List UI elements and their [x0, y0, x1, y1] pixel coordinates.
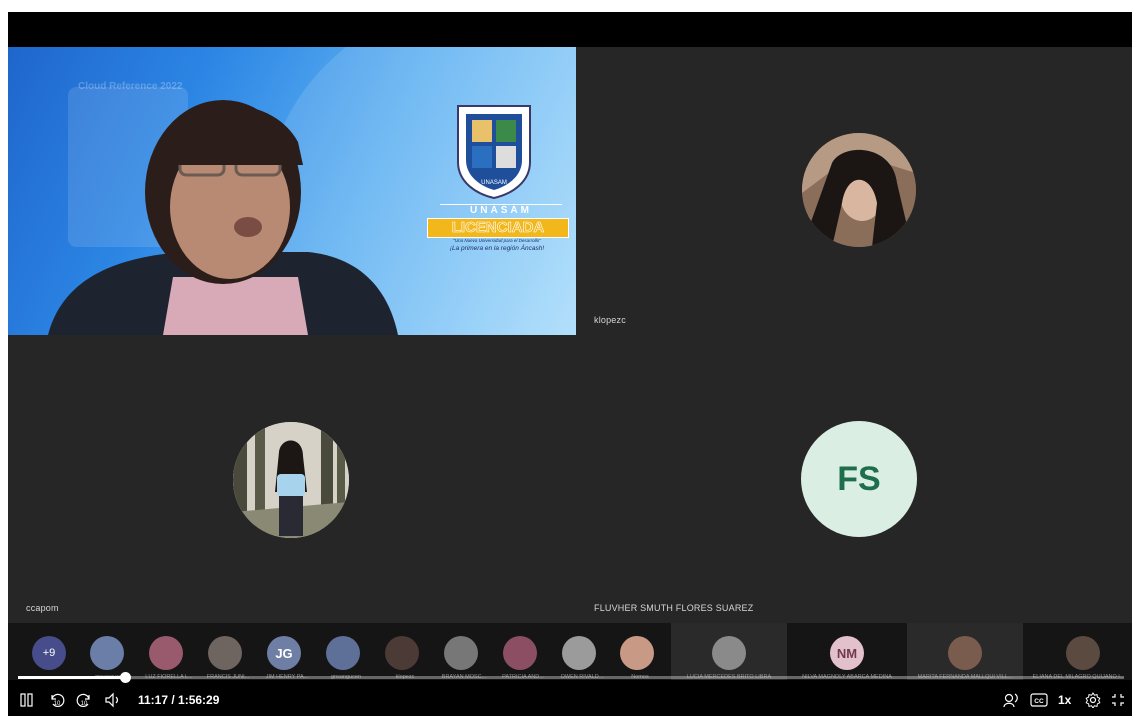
avatar	[149, 636, 183, 670]
progress-bar[interactable]	[18, 672, 1124, 683]
progress-fill	[18, 676, 125, 679]
captions-button[interactable]: CC	[1030, 692, 1048, 708]
exit-fullscreen-button[interactable]	[1111, 692, 1125, 708]
avatar: JG	[267, 636, 301, 670]
avatar	[712, 636, 746, 670]
svg-text:CC: CC	[1034, 698, 1044, 705]
unasam-label: UNASAM	[440, 204, 562, 216]
seal-label: UNASAM	[481, 180, 507, 186]
svg-text:10: 10	[54, 701, 61, 707]
initials-text: JG	[275, 645, 293, 661]
initials-text: FS	[837, 459, 881, 498]
playback-speed-button[interactable]: 1x	[1058, 692, 1071, 708]
participant-tile-ccapom: ccapom	[8, 335, 576, 623]
svg-text:10: 10	[81, 701, 88, 707]
participant-item-11[interactable]: LUCIA MERCEDES BRITO LIBRA	[671, 623, 787, 680]
avatar: NM	[830, 636, 864, 670]
captions-icon: CC	[1030, 693, 1048, 707]
participants-strip: +9 gnsangucen LUZ FIORELLA L... FRANCIS …	[8, 623, 1132, 680]
forward-10-button[interactable]: 10	[76, 692, 92, 708]
participant-name: klopezc	[594, 315, 626, 325]
participant-tile-fluvher: FS FLUVHER SMUTH FLORES SUAREZ	[576, 335, 1132, 623]
avatar	[948, 636, 982, 670]
gear-icon	[1085, 692, 1101, 708]
avatar-ccapom	[233, 422, 349, 538]
avatar	[620, 636, 654, 670]
more-participants-button[interactable]: +9	[32, 636, 66, 670]
participant-name: FLUVHER SMUTH FLORES SUAREZ	[594, 603, 754, 613]
audio-description-icon	[1003, 693, 1018, 708]
participant-item-13[interactable]: MARITA FERNANDA MALLQUI VILL...	[907, 623, 1023, 680]
avatar	[208, 636, 242, 670]
exit-fullscreen-icon	[1112, 694, 1124, 706]
participant-tile-klopezc: klopezc	[576, 47, 1132, 335]
avatar	[385, 636, 419, 670]
avatar-initials: FS	[801, 421, 917, 537]
audio-description-button[interactable]	[1002, 692, 1020, 708]
profile-photo-icon	[233, 422, 349, 538]
forward-10-icon: 10	[76, 693, 90, 708]
initials-text: NM	[836, 645, 858, 661]
volume-icon	[105, 692, 119, 708]
avatar	[326, 636, 360, 670]
tagline-text: ¡La primera en la región Áncash!	[449, 245, 545, 252]
participant-name: ccapom	[26, 603, 59, 613]
playback-time: 11:17 / 1:56:29	[138, 693, 220, 707]
avatar-klopezc	[802, 133, 916, 247]
progress-thumb[interactable]	[119, 672, 131, 683]
profile-photo-icon	[802, 133, 916, 247]
video-player[interactable]: Cloud Reference 2022 UNASAM UNASAM LICEN…	[8, 12, 1132, 716]
licenciada-badge: LICENCIADA	[427, 218, 569, 238]
volume-button[interactable]	[104, 692, 122, 708]
slogan-text: "Una Nueva Universidad para el Desarroll…	[453, 238, 541, 243]
pause-icon	[20, 693, 33, 707]
more-count: +9	[42, 647, 56, 659]
settings-button[interactable]	[1085, 692, 1101, 708]
avatar	[503, 636, 537, 670]
avatar	[562, 636, 596, 670]
avatar	[1066, 636, 1100, 670]
avatar	[90, 636, 124, 670]
participant-item-14[interactable]: ELIANA DEL MILAGRO QUIJANO I...	[1025, 623, 1132, 680]
avatar	[444, 636, 478, 670]
participant-item-12[interactable]: NM NILVA MAGNOLY ABARCA MEDINA	[789, 623, 905, 680]
university-seal-icon: UNASAM	[457, 105, 531, 200]
university-banner: UNASAM UNASAM LICENCIADA "Una Nueva Univ…	[422, 102, 572, 252]
pause-button[interactable]	[20, 692, 34, 708]
participant-item-10[interactable]: Nomos	[600, 623, 680, 680]
rewind-10-icon: 10	[51, 693, 65, 708]
rewind-10-button[interactable]: 10	[49, 692, 65, 708]
presenter-video-tile: Cloud Reference 2022 UNASAM UNASAM LICEN…	[8, 47, 576, 335]
